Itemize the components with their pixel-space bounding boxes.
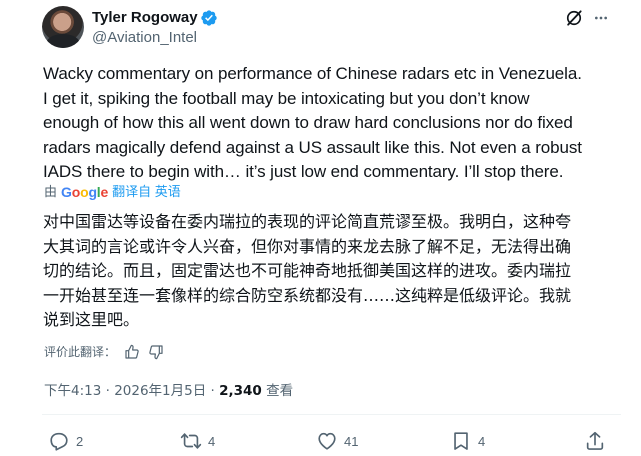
google-logo-letter: G xyxy=(61,184,72,200)
translated-text-line: 一开始甚至连一套像样的综合防空系统都没有……这纯粹是低级评论。我就 xyxy=(43,285,572,305)
google-logo-letter: o xyxy=(71,184,81,200)
repost-count: 4 xyxy=(208,433,216,449)
rate-translation: 评价此翻译： xyxy=(44,343,164,361)
tweet-text-line: enough of how this all went down to draw… xyxy=(43,113,573,132)
google-logo-letter: g xyxy=(88,184,97,200)
bookmark-icon xyxy=(454,432,468,450)
repost-icon xyxy=(180,433,202,449)
google-logo: Google xyxy=(61,183,108,201)
like-button[interactable]: 41 xyxy=(316,428,358,454)
translated-text-line: 说到这里吧。 xyxy=(43,310,140,329)
translated-text: 对中国雷达等设备在委内瑞拉的表现的评论简直荒谬至极。我明白，这种夸 大其词的言论… xyxy=(43,210,623,333)
translation-attribution: 由 Google 翻译自 英语 xyxy=(44,183,181,201)
reply-button[interactable]: 2 xyxy=(48,428,83,454)
translated-from-link[interactable]: 翻译自 英语 xyxy=(112,183,181,201)
google-logo-letter: e xyxy=(100,184,109,200)
repost-button[interactable]: 4 xyxy=(180,428,215,454)
tweet-meta: 下午4:13 · 2026年1月5日 · 2,340 查看 xyxy=(44,381,293,401)
bookmark-count: 4 xyxy=(478,433,486,449)
grok-icon[interactable] xyxy=(564,8,584,28)
tweet-text-line: Wacky commentary on performance of Chine… xyxy=(43,64,582,83)
translated-text-line: 对中国雷达等设备在委内瑞拉的表现的评论简直荒谬至极。我明白，这种夸 xyxy=(43,212,572,231)
bookmark-button[interactable]: 4 xyxy=(450,428,485,454)
reply-icon xyxy=(50,432,68,451)
avatar[interactable] xyxy=(42,6,84,48)
verified-badge-icon xyxy=(201,10,217,26)
reply-count: 2 xyxy=(76,433,84,449)
tweet-text-line: I get it, spiking the football may be in… xyxy=(43,88,530,108)
action-bar: 2 4 41 4 xyxy=(0,428,641,456)
more-options-icon[interactable] xyxy=(592,10,610,26)
author-name[interactable]: Tyler Rogoway xyxy=(92,8,198,28)
tweet-text: Wacky commentary on performance of Chine… xyxy=(43,62,618,185)
rate-translation-label: 评价此翻译： xyxy=(44,345,117,359)
heart-icon xyxy=(318,432,336,450)
avatar-shoulders xyxy=(46,34,80,48)
translated-text-line: 切的结论。而且，固定雷达也不可能神奇地抵御美国这样的进攻。委内瑞拉 xyxy=(43,261,572,280)
translated-text-line: 大其词的言论或许令人兴奋，但你对事情的来龙去脉了解不足，无法得出确 xyxy=(43,236,572,256)
author-handle[interactable]: @Aviation_Intel xyxy=(92,28,197,48)
divider xyxy=(42,414,621,415)
translated-by-label: 由 xyxy=(44,184,58,199)
tweet-time[interactable]: 下午4:13 xyxy=(44,383,101,399)
meta-separator: · xyxy=(206,383,220,399)
share-icon xyxy=(586,431,604,450)
views-count: 2,340 xyxy=(219,383,262,399)
tweet-date[interactable]: 2026年1月5日 xyxy=(114,383,206,399)
like-count: 41 xyxy=(344,433,359,449)
tweet-card: Tyler Rogoway @Aviation_Intel Wacky comm… xyxy=(0,0,641,456)
thumbs-up-icon[interactable] xyxy=(124,344,140,360)
views-label: 查看 xyxy=(266,383,294,399)
thumbs-down-icon[interactable] xyxy=(148,344,164,360)
tweet-text-line: IADS there to begin with… it’s just low … xyxy=(43,162,564,181)
meta-separator: · xyxy=(101,383,115,399)
tweet-text-line: radars magically defend against a US ass… xyxy=(43,137,582,157)
share-button[interactable] xyxy=(584,428,606,454)
